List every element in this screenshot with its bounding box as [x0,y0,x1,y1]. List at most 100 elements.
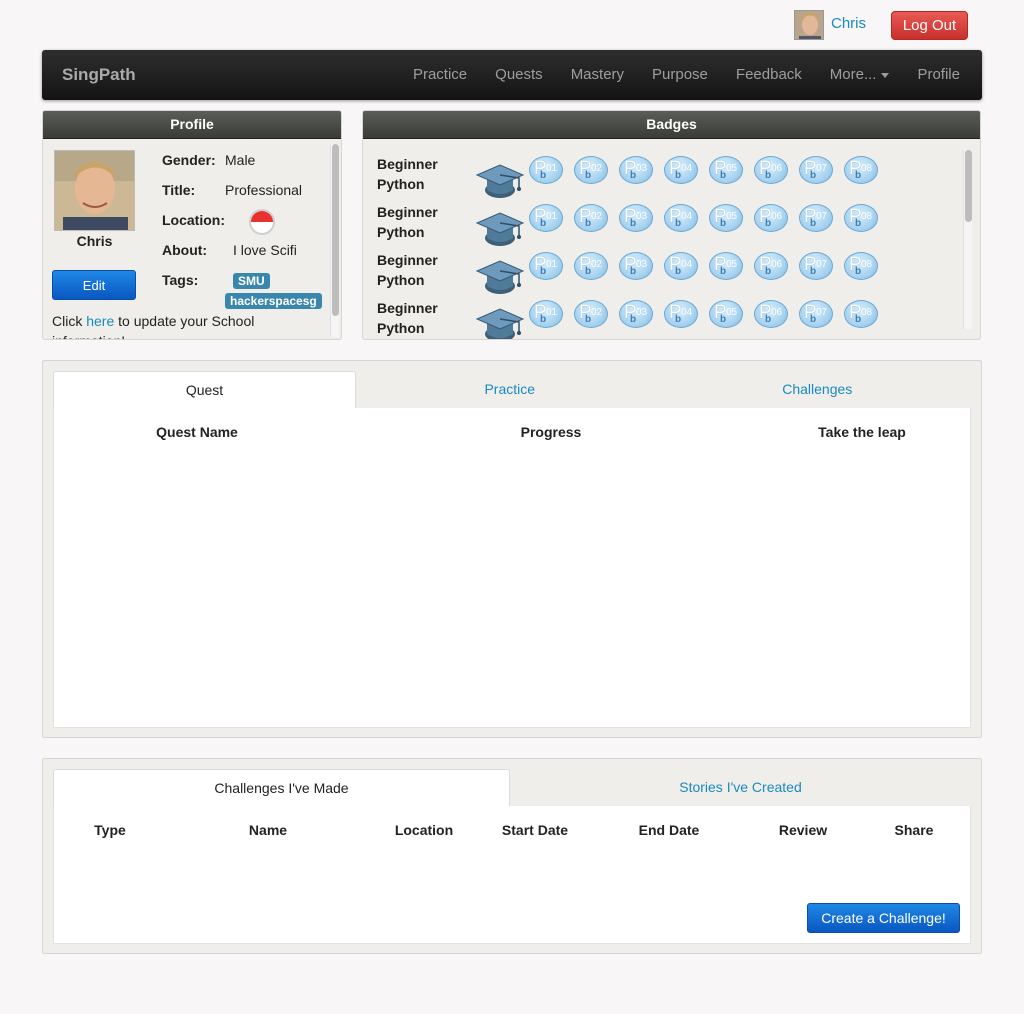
python-badge-icon[interactable]: Pb 01 [529,156,563,184]
profile-panel-body: Chris Edit Gender: Male Title: Professio… [43,140,341,339]
location-row: Location: [162,209,275,235]
python-badge-icon[interactable]: Pb 06 [754,300,788,328]
python-badge-icon[interactable]: Pb 07 [799,300,833,328]
python-badge-icon[interactable]: Pb 04 [664,204,698,232]
about-value: I love Scifi [233,242,297,258]
challenges-table: Type Name Location Start Date End Date R… [53,806,971,944]
python-badge-icon[interactable]: Pb 03 [619,252,653,280]
nav-practice[interactable]: Practice [399,50,481,100]
python-badge-icon[interactable]: Pb 05 [709,300,743,328]
profile-scrollbar[interactable] [330,144,339,337]
about-label: About: [162,242,208,258]
python-badge-icon[interactable]: Pb 08 [844,204,878,232]
column-header-type: Type [94,822,126,838]
badge-row: Beginner Python Pb 01 Pb 02 Pb 03 Pb 04 Pb 05 Pb 06 P… [377,154,897,202]
tab-quest[interactable]: Quest [53,371,356,408]
profile-name: Chris [76,233,113,249]
badge-row: Beginner Python Pb 01 Pb 02 Pb 03 Pb 04 Pb 05 Pb 06 P… [377,298,897,339]
nav-mastery[interactable]: Mastery [557,50,638,100]
badges-panel-body: Beginner Python Pb 01 Pb 02 Pb 03 Pb 04 Pb 05 Pb 06 P… [363,140,980,339]
python-badge-icon[interactable]: Pb 02 [574,300,608,328]
python-badge-icon[interactable]: Pb 08 [844,156,878,184]
tags-label: Tags: [162,272,199,288]
nav-purpose[interactable]: Purpose [638,50,722,100]
graduation-cap-icon[interactable] [475,304,525,339]
python-badge-icon[interactable]: Pb 04 [664,156,698,184]
python-badge-icon[interactable]: Pb 08 [844,300,878,328]
title-label: Title: [162,182,196,198]
challenges-tabset: Challenges I've Made Stories I've Create… [42,758,982,954]
column-header-quest-name: Quest Name [156,424,238,440]
python-badge-icon[interactable]: Pb 01 [529,204,563,232]
tab-stories-created[interactable]: Stories I've Created [510,769,971,806]
graduation-cap-icon[interactable] [475,160,525,200]
column-header-start-date: Start Date [501,822,569,838]
quest-tabs: Quest Practice Challenges [53,371,971,408]
python-badge-icon[interactable]: Pb 06 [754,204,788,232]
badge-row-label: Beginner Python [377,156,438,192]
python-badge-icon[interactable]: Pb 01 [529,300,563,328]
tab-practice[interactable]: Practice [356,371,664,408]
user-avatar[interactable] [794,10,824,40]
tab-challenges-made[interactable]: Challenges I've Made [53,769,510,806]
badge-row: Beginner Python Pb 01 Pb 02 Pb 03 Pb 04 Pb 05 Pb 06 P… [377,202,897,250]
profile-panel-title: Profile [43,111,341,139]
python-badge-icon[interactable]: Pb 02 [574,156,608,184]
tab-challenges[interactable]: Challenges [664,371,972,408]
username-link[interactable]: Chris [831,15,866,32]
gender-row: Gender: Male [162,152,255,168]
python-badge-icon[interactable]: Pb 07 [799,204,833,232]
create-challenge-button[interactable]: Create a Challenge! [807,903,960,933]
profile-panel: Profile Chris Edit Gender: Male Title: P… [42,110,342,340]
badge-row: Beginner Python Pb 01 Pb 02 Pb 03 Pb 04 Pb 05 Pb 06 P… [377,250,897,298]
logout-button[interactable]: Log Out [891,11,968,40]
python-badge-icon[interactable]: Pb 02 [574,252,608,280]
gender-value: Male [225,152,256,168]
python-badge-icon[interactable]: Pb 04 [664,300,698,328]
python-badge-icon[interactable]: Pb 05 [709,252,743,280]
badges-panel-title: Badges [363,111,980,139]
python-badge-icon[interactable]: Pb 03 [619,156,653,184]
title-value: Professional [225,182,303,198]
scrollbar-thumb[interactable] [332,144,339,316]
column-header-progress: Progress [520,424,582,440]
column-header-share: Share [894,822,934,838]
nav-feedback[interactable]: Feedback [722,50,816,100]
nav-more-dropdown[interactable]: More... [816,50,904,100]
python-badge-icon[interactable]: Pb 07 [799,252,833,280]
badges-panel: Badges Beginner Python Pb 01 Pb 02 Pb 03 Pb 04 Pb… [362,110,981,340]
python-badge-icon[interactable]: Pb 05 [709,204,743,232]
python-badge-icon[interactable]: Pb 07 [799,156,833,184]
column-header-location: Location [394,822,454,838]
python-badge-icon[interactable]: Pb 06 [754,252,788,280]
badge-row-label: Beginner Python [377,204,438,240]
python-badge-icon[interactable]: Pb 02 [574,204,608,232]
school-info-note: Click here to update your School informa… [52,313,255,339]
badge-row-label: Beginner Python [377,252,438,288]
singapore-flag-icon [249,209,275,235]
badge-row-label: Beginner Python [377,300,438,336]
location-label: Location: [162,212,225,228]
graduation-cap-icon[interactable] [475,208,525,248]
nav-profile[interactable]: Profile [903,50,982,100]
nav-more-label: More... [829,66,877,83]
python-badge-icon[interactable]: Pb 01 [529,252,563,280]
tags-row: Tags: SMU hackerspacesg [162,272,322,309]
nav-quests[interactable]: Quests [481,50,557,100]
tag-badge[interactable]: hackerspacesg [225,293,322,309]
tag-badge[interactable]: SMU [233,273,270,289]
graduation-cap-icon[interactable] [475,256,525,296]
python-badge-icon[interactable]: Pb 06 [754,156,788,184]
badges-scrollbar[interactable] [963,150,972,329]
python-badge-icon[interactable]: Pb 04 [664,252,698,280]
column-header-take-the-leap: Take the leap [818,424,906,440]
update-school-link[interactable]: here [86,313,114,329]
python-badge-icon[interactable]: Pb 08 [844,252,878,280]
python-badge-icon[interactable]: Pb 03 [619,300,653,328]
edit-profile-button[interactable]: Edit [52,270,136,300]
python-badge-icon[interactable]: Pb 05 [709,156,743,184]
brand-logo[interactable]: SingPath [62,65,136,85]
python-badge-icon[interactable]: Pb 03 [619,204,653,232]
scrollbar-thumb[interactable] [965,150,972,222]
quest-tabset: Quest Practice Challenges Quest Name Pro… [42,360,982,738]
